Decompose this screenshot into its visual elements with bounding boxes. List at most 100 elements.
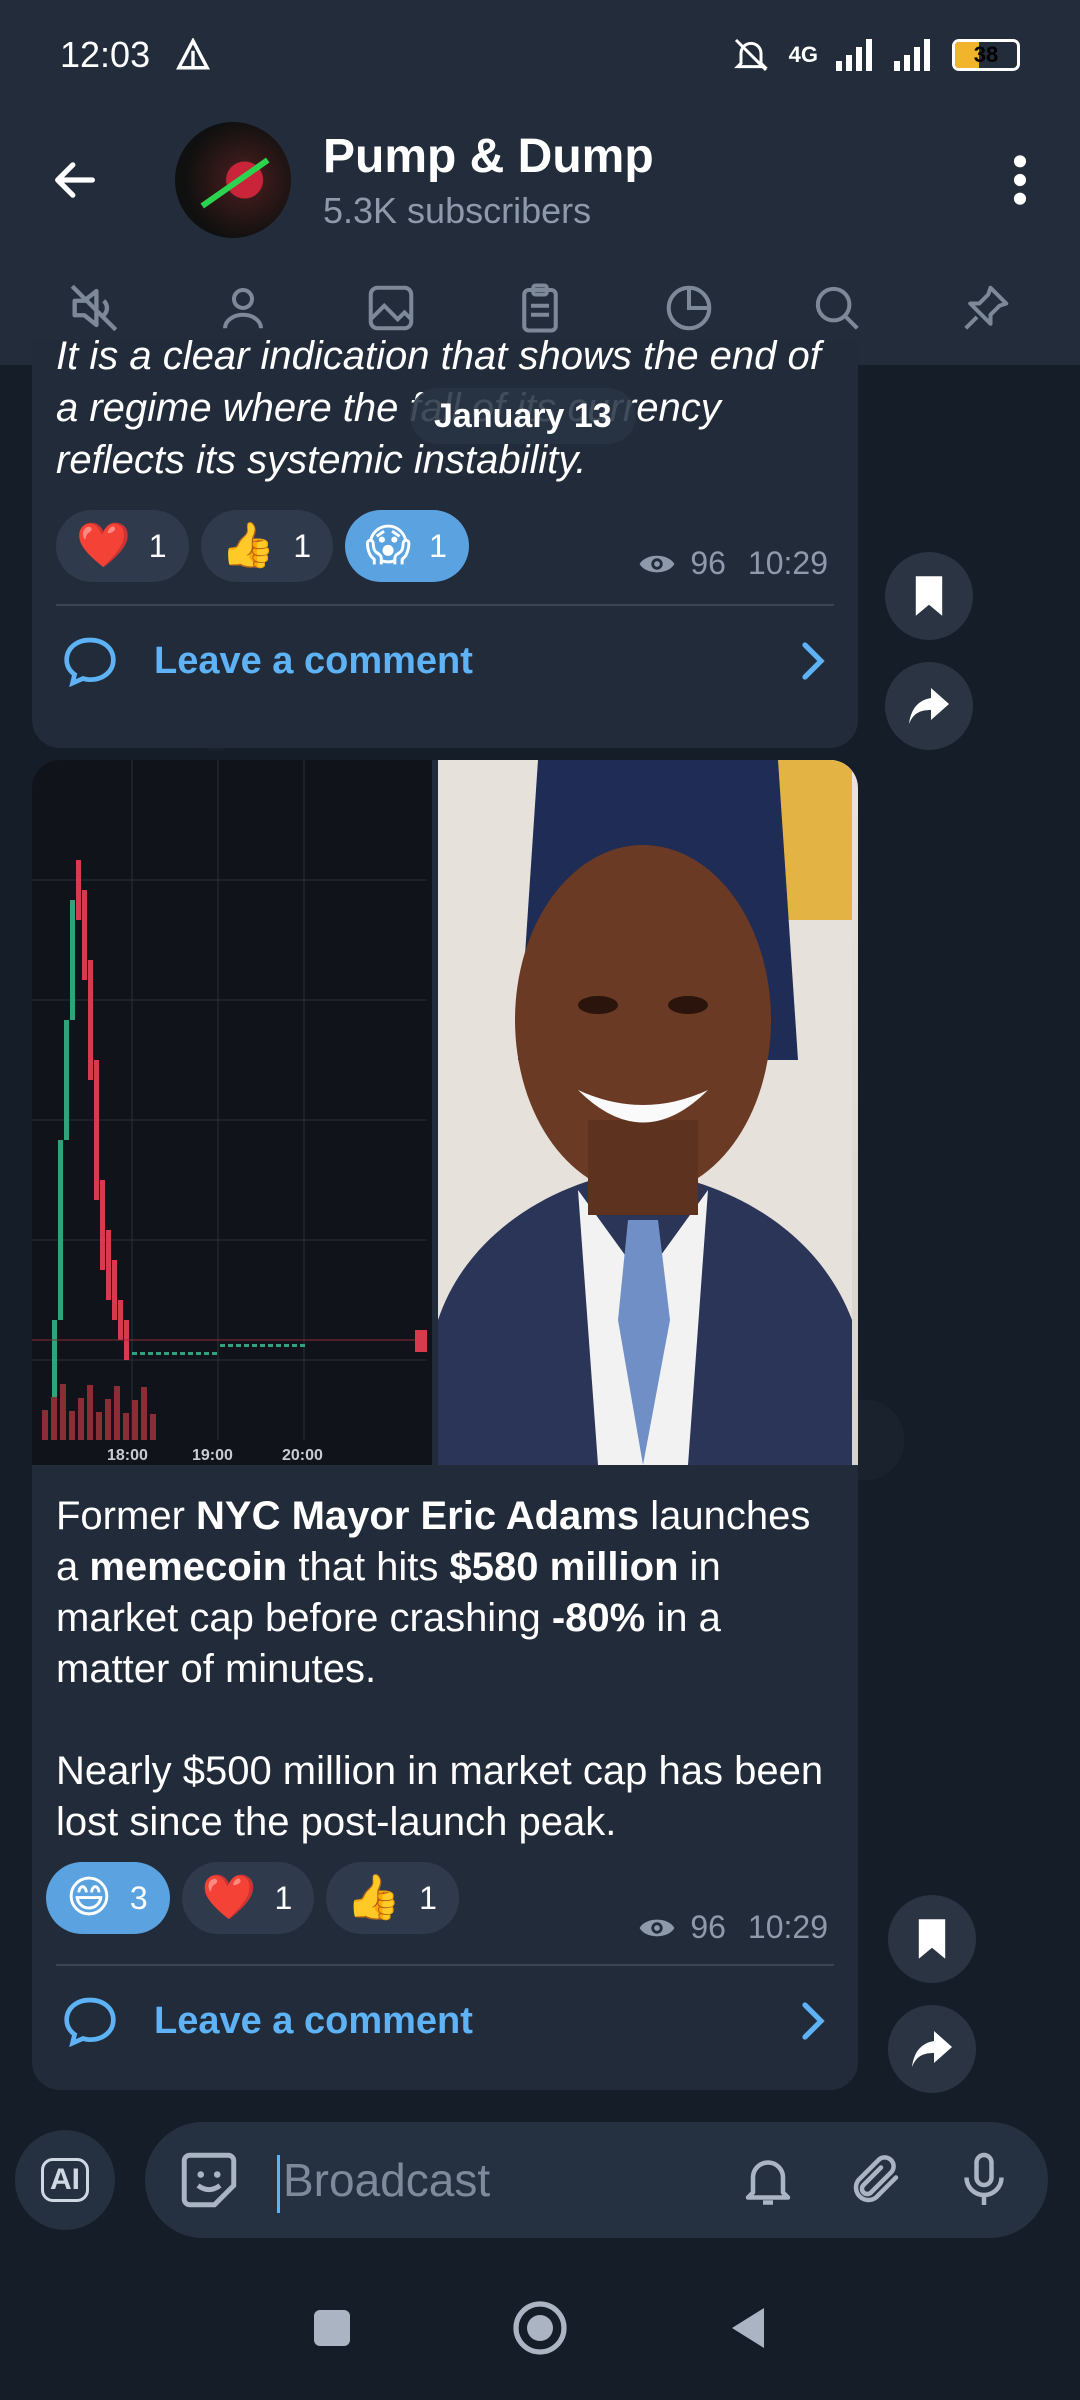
signal-icon [836,39,872,71]
battery-icon: 38 [952,39,1020,71]
candlestick-chart: 18:00 19:00 20:00 [32,760,427,1464]
candle [300,1344,305,1347]
candle [112,1260,117,1320]
price-chart-image[interactable]: 18:00 19:00 20:00 [32,760,432,1465]
more-menu-button[interactable] [990,140,1050,220]
candle [196,1352,201,1355]
bold-text: -80% [551,1596,646,1640]
volume-bar [78,1398,84,1440]
reaction-chip[interactable]: ❤️ 1 [181,1862,315,1934]
candle [204,1352,209,1355]
leave-comment-label: Leave a comment [154,639,473,682]
search-button[interactable] [797,268,877,348]
post-time: 10:29 [747,545,828,581]
candle [220,1344,225,1347]
media-button[interactable] [351,268,431,348]
candle [212,1352,217,1355]
share-post-button[interactable] [885,662,973,750]
volume-bar [69,1411,75,1440]
eric-adams-photo[interactable] [438,760,858,1465]
reaction-chip[interactable]: 👍 1 [200,510,334,582]
profile-icon [222,287,263,328]
bookmark-icon [918,1919,946,1959]
reaction-emoji: 😱 [365,521,412,570]
reaction-chip[interactable]: 👍 1 [326,1862,459,1934]
candle [52,1320,57,1400]
reaction-chip[interactable]: 😄 3 [46,1862,170,1934]
candle [118,1300,123,1340]
candle [188,1352,193,1355]
ai-button[interactable]: AI [15,2130,115,2230]
text-span: Former [56,1494,196,1538]
post-text-para2: Nearly $500 million in market cap has be… [56,1749,824,1844]
text-span: that hits [287,1545,450,1589]
clipboard-icon [522,282,558,333]
reaction-emoji: 😄 [66,1873,112,1922]
reaction-chip[interactable]: ❤️ 1 [56,510,189,582]
leave-comment-row[interactable]: Leave a comment [32,1966,858,2076]
comment-icon [64,1997,116,2047]
broadcast-input[interactable]: Broadcast [145,2122,1048,2238]
attach-button[interactable] [836,2140,916,2220]
reactions-row: ❤️ 1 👍 1 😱 1 [32,510,493,582]
candle [244,1344,249,1347]
bell-off-icon [733,38,768,72]
subscriber-count: 5.3K subscribers [323,189,592,231]
comment-icon [64,637,116,687]
share-icon [909,688,949,724]
reaction-count: 1 [429,527,447,564]
share-post-button[interactable] [888,2005,976,2093]
eye-icon [639,1919,675,1936]
post-time: 10:29 [747,1909,828,1945]
post-text: Former NYC Mayor Eric Adams launches a m… [32,1465,858,1695]
save-post-button[interactable] [888,1895,976,1983]
reaction-emoji: 👍 [346,1873,402,1922]
arrow-left-icon [55,162,95,198]
volume-bar [51,1397,57,1440]
leave-comment-row[interactable]: Leave a comment [32,606,858,716]
candle [76,860,81,920]
silent-toggle-button[interactable] [728,2140,808,2220]
input-placeholder: Broadcast [277,2153,700,2213]
channel-info[interactable]: Pump & Dump 5.3K subscribers [323,129,654,232]
paperclip-icon [853,2155,899,2203]
recents-button[interactable] [312,2308,352,2353]
composer: AI Broadcast [0,2115,1080,2245]
reaction-chip[interactable]: 😱 1 [345,510,469,582]
chevron-right-icon [802,2002,825,2040]
x-tick-label: 18:00 [107,1447,148,1464]
mute-icon [70,284,118,331]
back-button[interactable] [0,110,150,250]
volume-bar [42,1410,48,1440]
status-bar: 12:03 4G 38 [0,0,1080,110]
candle [236,1344,241,1347]
sticker-button[interactable] [169,2140,249,2220]
eye-icon [639,555,675,572]
channel-avatar[interactable] [175,122,291,238]
battery-level: 38 [973,42,999,67]
x-tick-label: 19:00 [192,1447,233,1464]
files-button[interactable] [500,268,580,348]
reaction-emoji: 👍 [220,521,276,570]
reaction-count: 1 [419,1879,437,1916]
voice-button[interactable] [944,2140,1024,2220]
profile-button[interactable] [203,268,283,348]
back-nav-button[interactable] [728,2306,768,2355]
status-time: 12:03 [60,34,151,75]
stats-button[interactable] [649,268,729,348]
microphone-icon [964,2152,1004,2205]
save-post-button[interactable] [885,552,973,640]
candle [140,1352,145,1355]
volume-bar [150,1414,156,1440]
chevron-right-icon [802,642,825,680]
media-album[interactable]: 18:00 19:00 20:00 [32,760,858,1465]
mute-button[interactable] [54,268,134,348]
pinned-button[interactable] [946,268,1026,348]
reactions-row: 😄 3 ❤️ 1 👍 1 [32,1862,483,1934]
candle [64,1020,69,1140]
ai-label: AI [41,2158,89,2202]
search-icon [815,286,859,330]
candle [164,1352,169,1355]
home-button[interactable] [512,2300,568,2361]
candle [94,1060,99,1200]
